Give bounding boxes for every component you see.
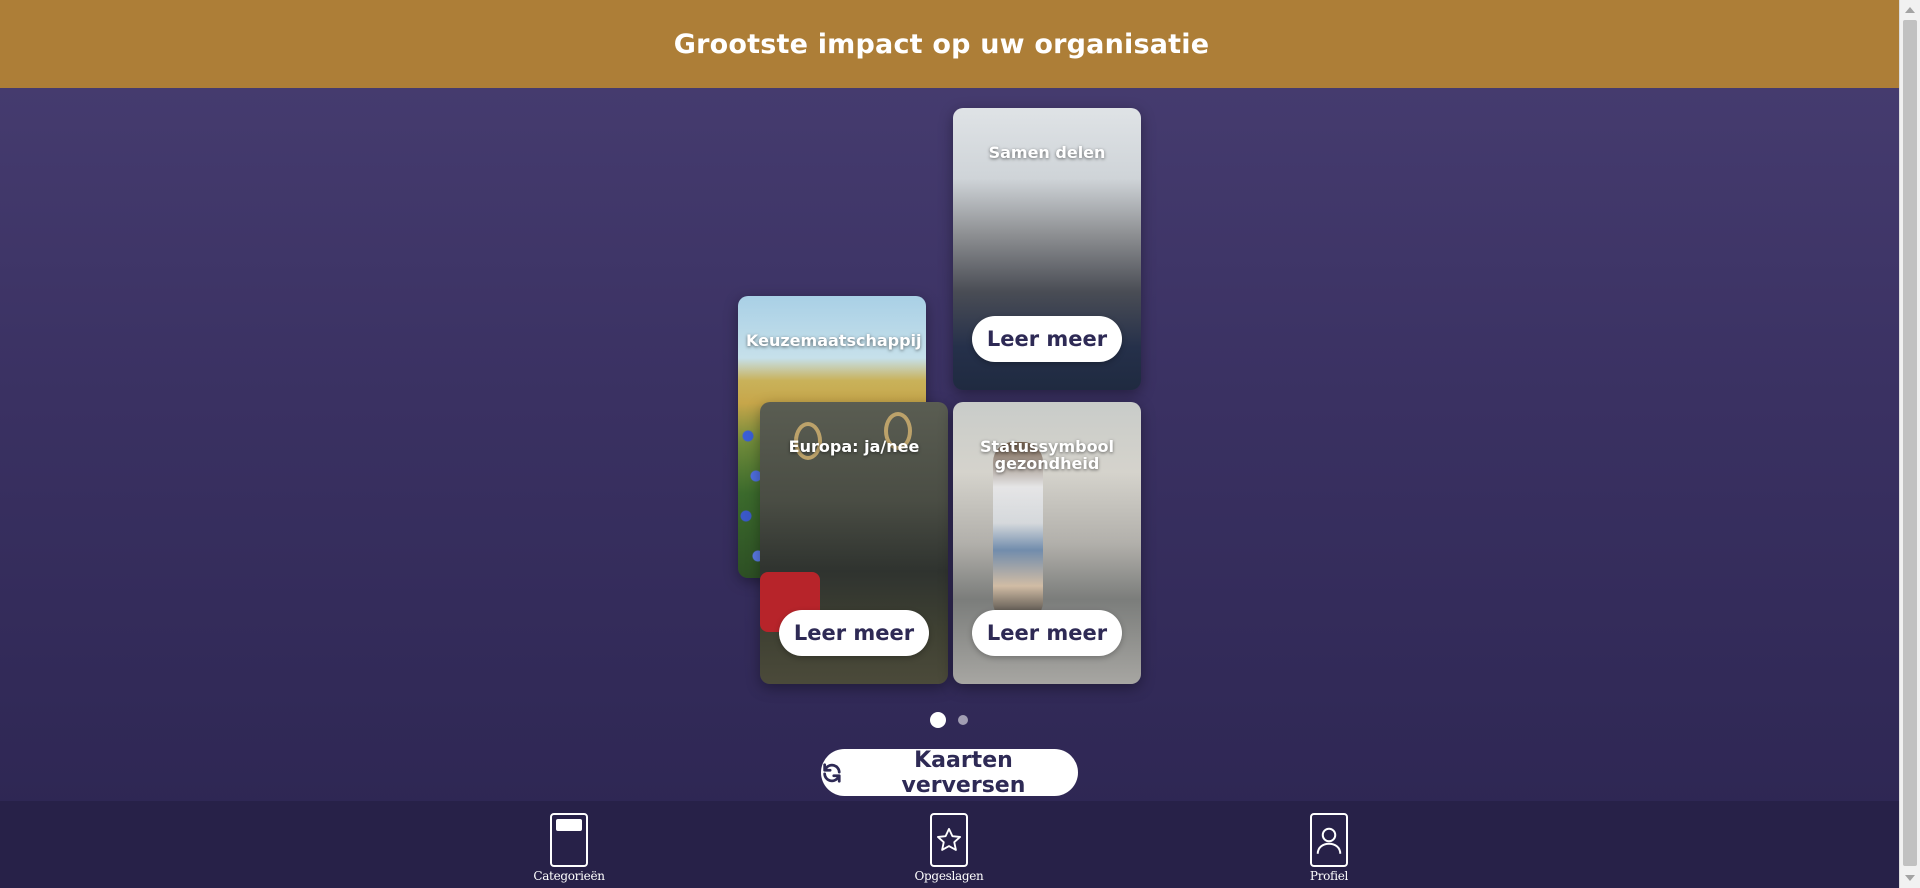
refresh-label: Kaarten verversen xyxy=(901,747,1026,798)
leer-meer-button[interactable]: Leer meer xyxy=(972,316,1122,362)
card-title: Samen delen xyxy=(988,143,1106,162)
scroll-down-icon[interactable] xyxy=(1905,875,1915,881)
categories-icon xyxy=(550,813,588,867)
card-title: Keuzemaatschappij xyxy=(746,331,922,350)
scroll-thumb[interactable] xyxy=(1903,20,1917,866)
page-title: Grootste impact op uw organisatie xyxy=(673,28,1210,60)
vertical-scrollbar[interactable] xyxy=(1899,0,1920,888)
nav-item-opgeslagen[interactable]: Opgeslagen xyxy=(889,813,1009,883)
bottom-nav: Categorieën Opgeslagen Profiel xyxy=(0,801,1899,888)
nav-label: Opgeslagen xyxy=(914,869,984,883)
pagination-dot-active[interactable] xyxy=(930,712,946,728)
pagination-dot[interactable] xyxy=(958,715,968,725)
scroll-up-icon[interactable] xyxy=(1905,7,1915,13)
card-statussymbool[interactable]: Statussymbool gezondheid Leer meer xyxy=(953,402,1141,684)
card-title: Statussymbool gezondheid xyxy=(979,437,1115,473)
nav-label: Profiel xyxy=(1309,869,1349,883)
leer-meer-button[interactable]: Leer meer xyxy=(972,610,1122,656)
leer-meer-button[interactable]: Leer meer xyxy=(779,610,929,656)
card-title: Europa: ja/nee xyxy=(788,437,920,456)
star-icon xyxy=(930,813,968,867)
refresh-icon xyxy=(823,762,841,783)
pagination-dots xyxy=(930,712,968,728)
card-europa[interactable]: Europa: ja/nee Leer meer xyxy=(760,402,948,684)
header-bar: Grootste impact op uw organisatie xyxy=(0,0,1899,88)
nav-label: Categorieën xyxy=(533,869,605,883)
refresh-cards-button[interactable]: Kaarten verversen xyxy=(821,747,1078,798)
card-samen-delen[interactable]: Samen delen Leer meer xyxy=(953,108,1141,390)
nav-item-profiel[interactable]: Profiel xyxy=(1269,813,1389,883)
nav-item-categorieen[interactable]: Categorieën xyxy=(509,813,629,883)
profile-icon xyxy=(1310,813,1348,867)
